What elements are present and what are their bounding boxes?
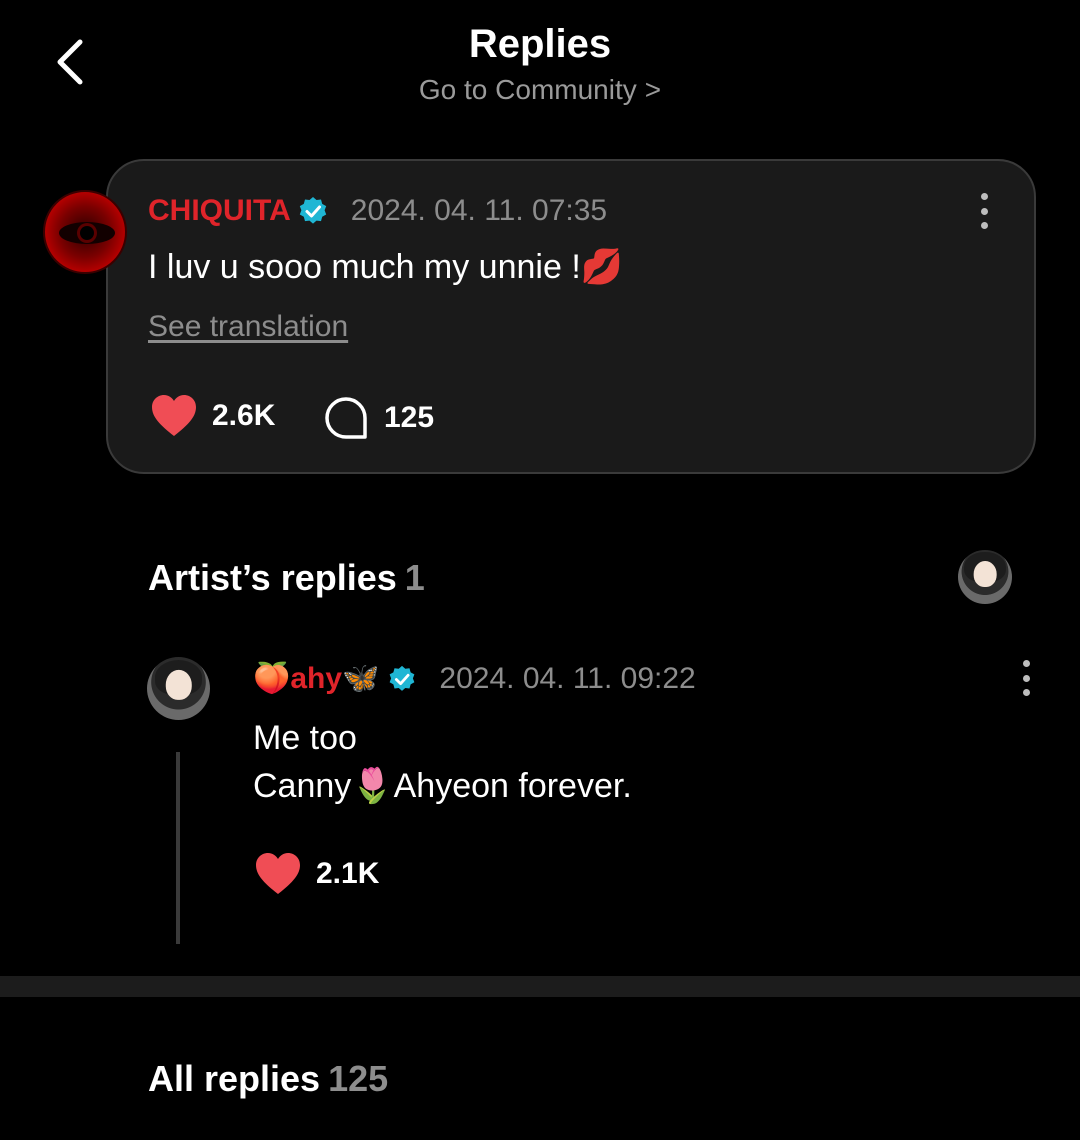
go-to-community-link[interactable]: Go to Community > [0, 74, 1080, 106]
all-replies-count: 125 [328, 1058, 389, 1099]
heart-icon [152, 395, 196, 436]
avatar-eye-graphic [59, 222, 115, 244]
artist-avatar-small[interactable] [958, 550, 1012, 604]
reply-count-button[interactable]: 125 [324, 396, 434, 440]
avatar[interactable] [43, 190, 127, 274]
more-vertical-icon[interactable] [978, 193, 990, 229]
like-button[interactable]: 2.1K [254, 852, 379, 896]
comment-username[interactable]: CHIQUITA [148, 194, 291, 228]
heart-icon [256, 853, 300, 894]
verified-icon [299, 197, 326, 224]
comment-text: I luv u sooo much my unnie !💋 [148, 248, 624, 286]
artist-replies-count: 1 [404, 557, 425, 598]
section-divider [0, 976, 1080, 997]
reply-count: 125 [384, 401, 435, 434]
reply-thread-line [176, 752, 180, 944]
reply-text-line: Canny🌷Ahyeon forever. [253, 767, 632, 805]
reply-timestamp: 2024. 04. 11. 09:22 [439, 661, 696, 695]
reply-text-line: Me too [253, 719, 357, 757]
reply-text: Me too Canny🌷Ahyeon forever. [253, 714, 632, 810]
all-replies-title: All replies [148, 1058, 321, 1099]
verified-icon [390, 665, 415, 691]
all-replies-header: All replies 125 [148, 1058, 388, 1100]
avatar-face-graphic [973, 560, 997, 587]
avatar[interactable] [147, 657, 210, 720]
reply-username[interactable]: 🍑ahy🦋 [253, 661, 379, 696]
like-count: 2.6K [212, 399, 276, 432]
artist-replies-header: Artist’s replies 1 [148, 557, 425, 599]
avatar-face-graphic [165, 669, 192, 700]
comment-header: CHIQUITA 2024. 04. 11. 07:35 [148, 194, 607, 228]
see-translation-link[interactable]: See translation [148, 310, 348, 344]
go-to-community-label: Go to Community [418, 74, 637, 105]
reply-header: 🍑ahy🦋 2024. 04. 11. 09:22 [253, 661, 696, 696]
comment-timestamp: 2024. 04. 11. 07:35 [350, 194, 608, 227]
chevron-right-icon: > [644, 74, 662, 105]
like-count: 2.1K [316, 857, 380, 890]
artist-replies-title: Artist’s replies [148, 557, 397, 598]
like-button[interactable]: 2.6K [150, 394, 275, 438]
more-vertical-icon[interactable] [1020, 660, 1032, 696]
page-title: Replies [468, 22, 612, 66]
comment-bubble-icon [325, 397, 367, 439]
